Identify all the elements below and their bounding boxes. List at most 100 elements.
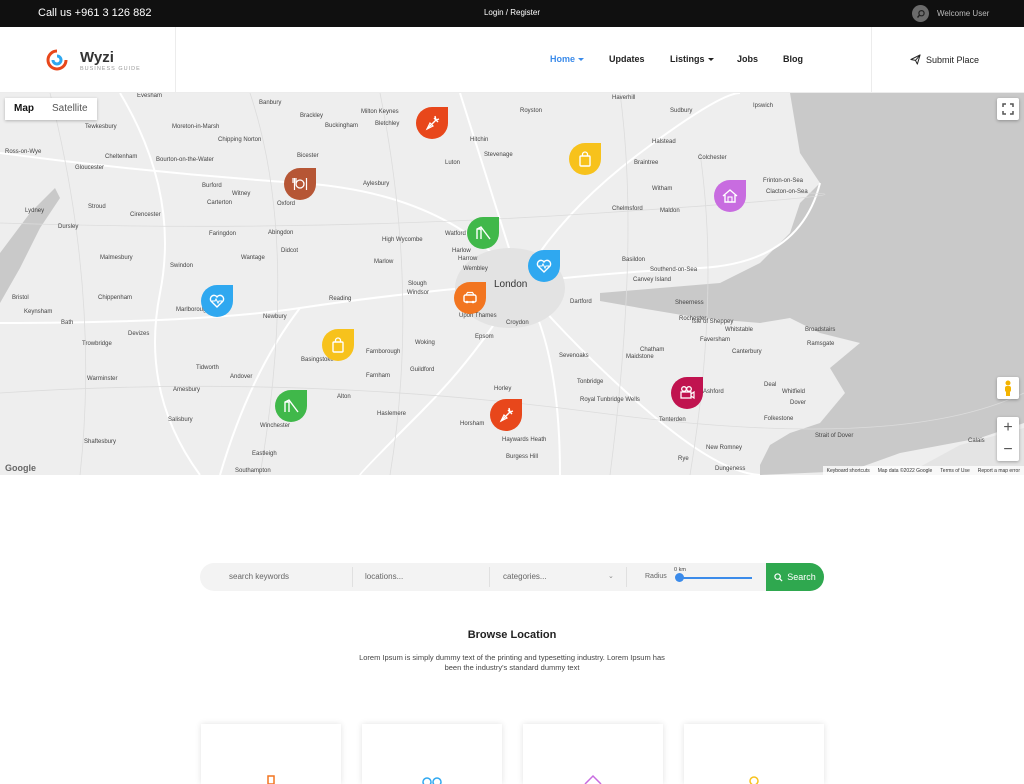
submit-place-button[interactable]: Submit Place [910,54,979,65]
map-place-label: Devizes [128,331,150,337]
real-estate-icon [584,774,602,784]
map-place-label: Gloucester [75,165,105,171]
map-place-label: Bourton-on-the-Water [156,157,214,163]
map-place-label: Horley [494,386,512,392]
map-place-label: Braintree [634,160,659,166]
google-map[interactable]: Map Satellite + − Evesham Banbury Brackley… [0,93,1024,475]
map-pin[interactable] [569,143,601,175]
location-card[interactable] [684,724,824,784]
map-place-label: Oxford [277,201,296,207]
map-place-label: Dartford [570,299,592,305]
map-place-label: Basildon [622,257,646,263]
radius-slider-handle[interactable] [675,573,684,582]
map-place-label: Strait of Dover [815,433,854,439]
map-place-label: Didcot [281,248,299,254]
map-place-label: Faversham [700,337,731,343]
map-place-label: Witham [652,186,673,192]
map-place-label: Deal [764,382,777,388]
location-card[interactable] [523,724,663,784]
nav-updates[interactable]: Updates [609,54,645,64]
map-place-label: Stevenage [484,152,513,158]
map-pin[interactable] [454,282,486,314]
map-place-label: Ramsgate [807,341,835,347]
map-pin[interactable] [322,329,354,361]
radius-slider-track[interactable] [679,577,752,579]
map-place-label: Harrow [458,256,478,262]
user-menu[interactable]: Welcome User [912,5,989,22]
carrot-icon [499,407,514,423]
map-pin[interactable] [284,168,316,200]
map-place-label: Harlow [452,248,471,254]
search-icon [774,572,783,582]
search-button[interactable]: Search [766,563,824,591]
location-card[interactable] [201,724,341,784]
browse-location-title: Browse Location [467,629,557,641]
map-pin[interactable] [275,390,307,422]
street-view-pegman[interactable] [997,377,1019,399]
map-pin[interactable] [201,285,233,317]
map-pin[interactable] [416,107,448,139]
browse-location-description: Lorem Ipsum is simply dummy text of the … [359,653,665,672]
search-divider [352,567,353,587]
map-place-label: Wembley [463,266,488,272]
map-place-label: Guildford [410,367,435,373]
categories-select[interactable]: categories... ⌄ [503,563,618,591]
zoom-in-button[interactable]: + [997,417,1019,439]
zoom-out-button[interactable]: − [997,439,1019,461]
map-place-label: Luton [445,160,461,166]
nav-home[interactable]: Home [550,54,585,64]
chevron-down-icon: ⌄ [608,573,614,580]
location-card[interactable] [362,724,502,784]
google-logo: Google [5,463,36,473]
keywords-input[interactable]: search keywords [229,563,349,591]
map-place-label: Royal Tunbridge Wells [580,397,640,403]
nav-listings[interactable]: Listings [670,54,714,64]
login-register-link[interactable]: Login / Register [0,8,1024,17]
report-map-error-link[interactable]: Report a map error [978,468,1020,474]
fullscreen-icon [1002,103,1014,115]
map-place-label: Marlow [374,259,394,265]
logo[interactable]: Wyzi BUSINESS GUIDE [0,27,176,93]
map-place-label: Farnham [366,373,391,379]
map-place-label: Dover [790,400,807,406]
map-place-label: Aylesbury [363,181,390,187]
map-place-label: Clacton-on-Sea [766,189,808,195]
locations-input[interactable]: locations... [365,563,485,591]
map-place-label: Cirencester [130,212,161,218]
map-place-label: Broadstairs [805,327,836,333]
map-pin[interactable] [671,377,703,409]
map-place-label: Sheerness [675,300,704,306]
map-place-label: Haverhill [612,95,636,101]
nav-blog[interactable]: Blog [783,54,803,64]
map-place-label: Bletchley [375,121,400,127]
map-place-label: Cheltenham [105,154,138,160]
map-place-label: Whitstable [725,327,754,333]
map-pin[interactable] [467,217,499,249]
nav-jobs[interactable]: Jobs [737,54,758,64]
fullscreen-button[interactable] [997,98,1019,120]
chevron-down-icon [578,58,585,62]
map-pin[interactable] [490,399,522,431]
map-place-label: Keynsham [24,309,53,315]
glasses-icon [422,777,442,784]
map-type-satellite-button[interactable]: Satellite [43,98,97,120]
car-icon [463,291,477,304]
map-place-label: Trowbridge [82,341,112,347]
map-place-label: Winchester [260,423,291,429]
map-place-label: Chipping Norton [218,137,262,143]
map-place-label: Stroud [88,204,106,210]
map-place-label: Canterbury [732,349,762,355]
keyboard-shortcuts-link[interactable]: Keyboard shortcuts [827,468,870,474]
map-pin[interactable] [714,180,746,212]
map-place-label: Eastleigh [252,451,277,457]
map-place-label: Dursley [58,224,79,230]
terms-of-use-link[interactable]: Terms of Use [940,468,969,474]
map-place-label: Reading [329,296,352,302]
map-place-label: Moreton-in-Marsh [172,124,220,130]
map-type-map-button[interactable]: Map [5,98,43,120]
map-place-label: Dungeness [715,466,746,472]
map-pin[interactable] [528,250,560,282]
logo-tagline: BUSINESS GUIDE [80,66,141,72]
pegman-icon [1005,380,1011,396]
map-place-label: Shaftesbury [84,439,117,445]
